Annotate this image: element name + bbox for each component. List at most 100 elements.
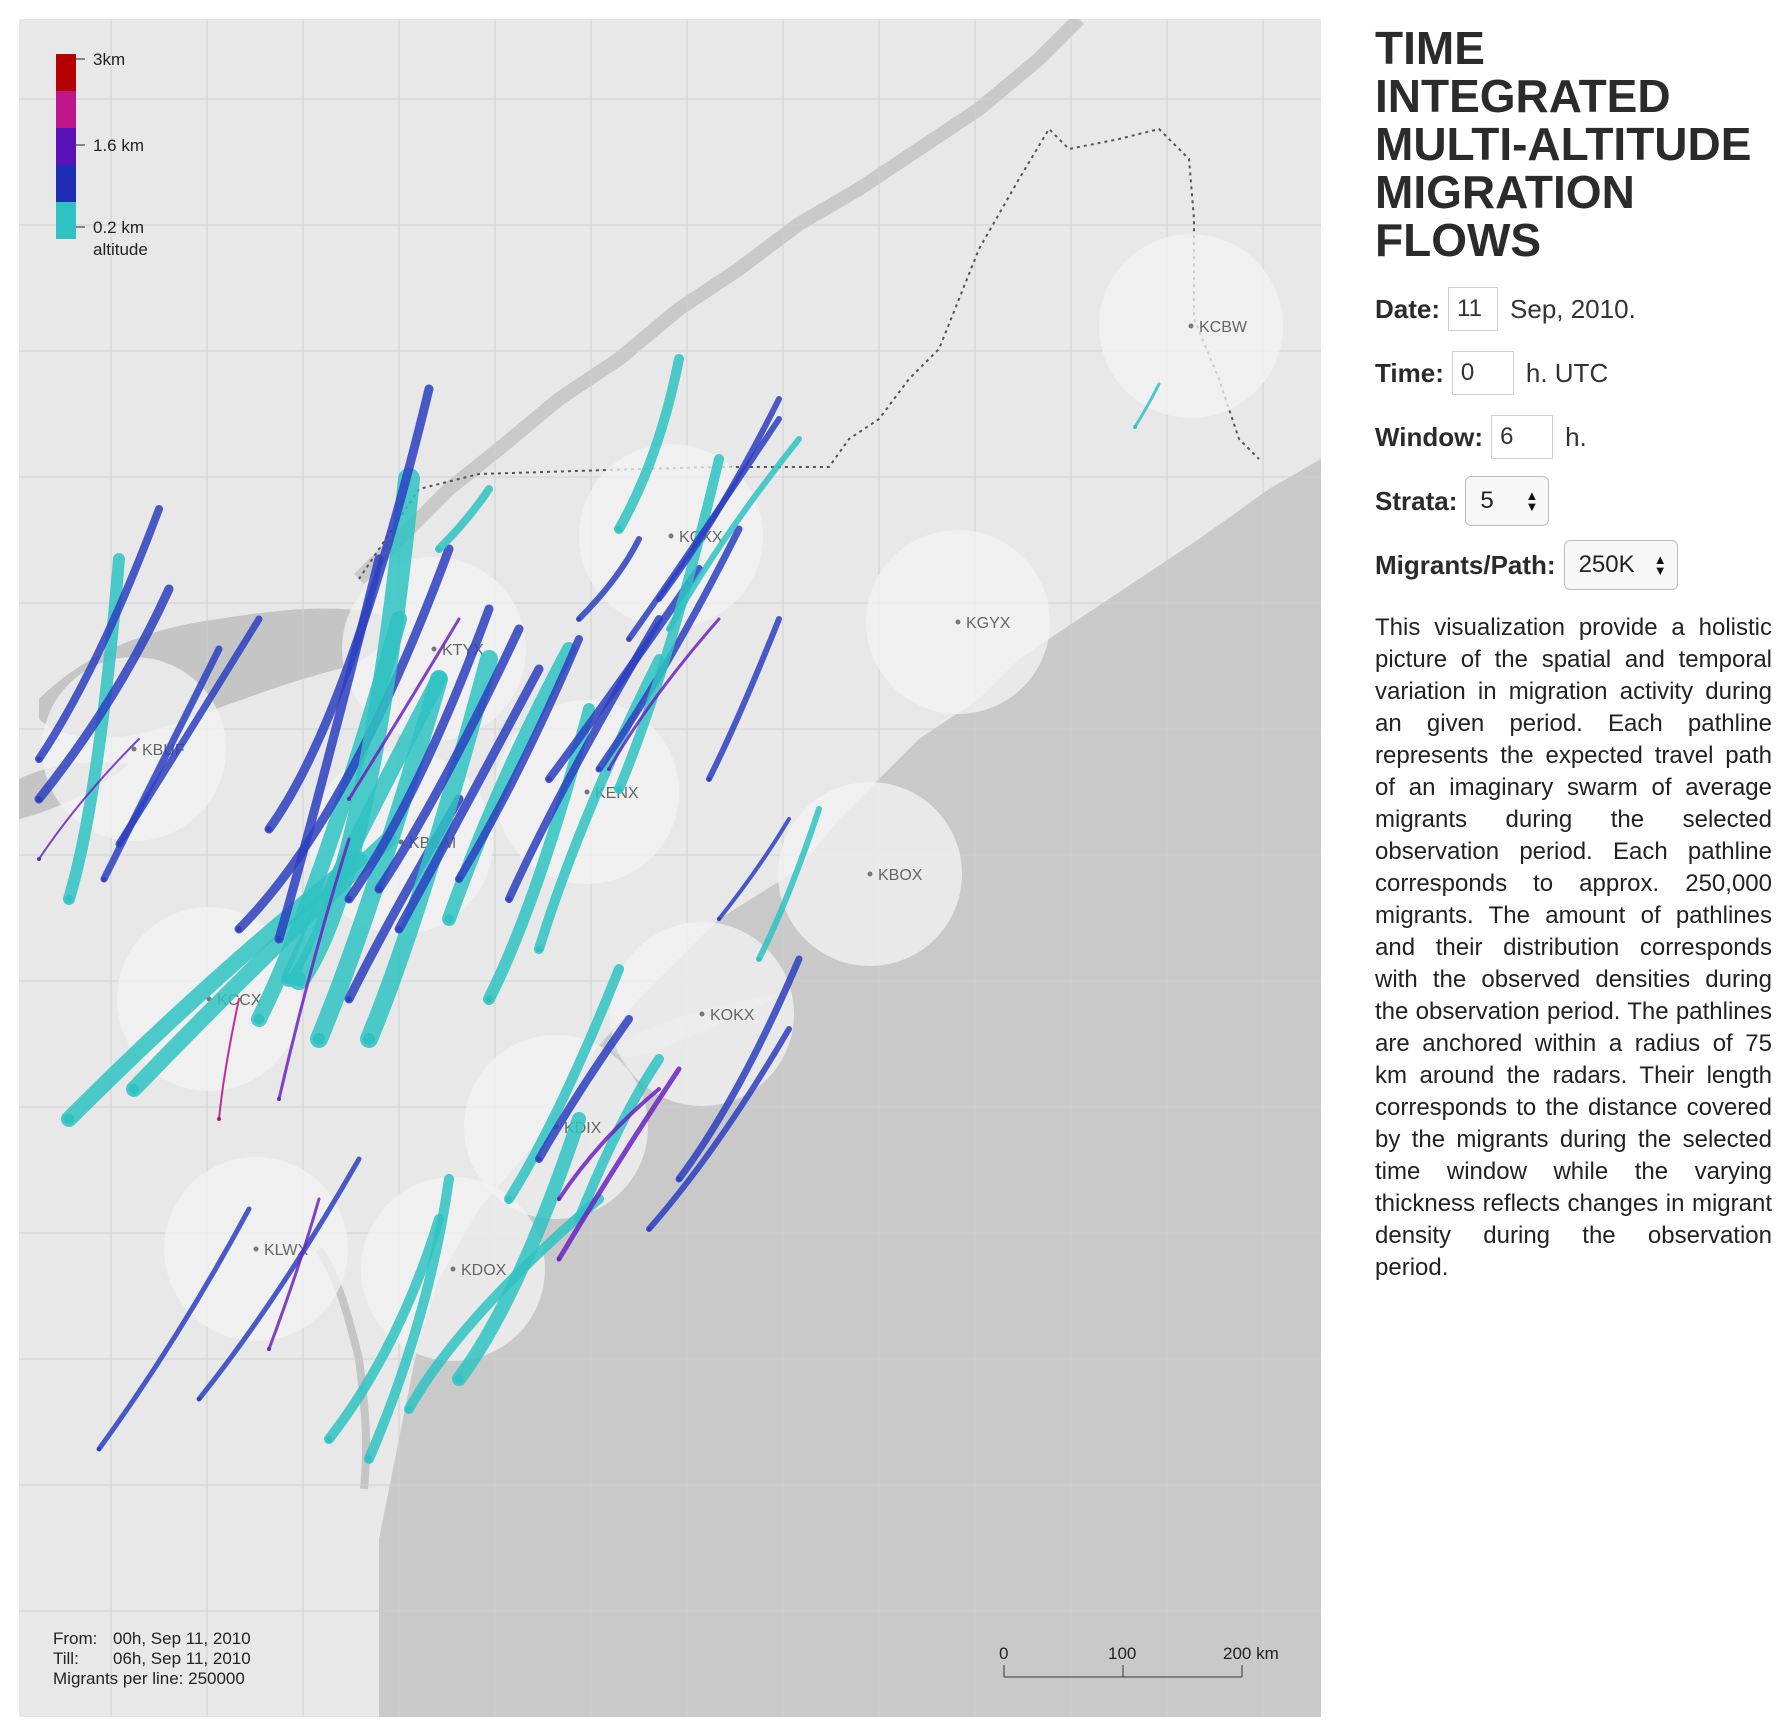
- window-suffix: h.: [1565, 421, 1587, 452]
- pathline-anchor: [535, 945, 543, 953]
- date-control: Date: Sep, 2010.: [1375, 284, 1772, 334]
- pathline-anchor: [607, 767, 611, 771]
- pathline-anchor: [63, 1113, 75, 1125]
- pathline: [706, 616, 782, 782]
- pathline-anchor: [667, 627, 671, 631]
- pathline-anchor: [101, 876, 107, 882]
- pathline-anchor: [647, 1227, 651, 1231]
- migrants-control: Migrants/Path: 250K ▲ ▼: [1375, 540, 1772, 590]
- map-canvas: KCBWKCXXKGYXKTYXKBUFKENXKBOXKBGMKCCXKOKX…: [19, 19, 1321, 1717]
- pathline-anchor: [485, 995, 493, 1003]
- scale-label-100: 100: [1108, 1644, 1136, 1663]
- window-control: Window: h.: [1375, 412, 1772, 462]
- time-suffix: h. UTC: [1525, 357, 1609, 388]
- footer-till-value: 06h, Sep 11, 2010: [113, 1649, 251, 1668]
- pathline-anchor: [346, 896, 352, 902]
- migration-map[interactable]: KCBW KCXX KGYX KTYX KBUF KENX KBOX KBGM KCCX KOKX…: [19, 19, 1321, 1717]
- legend-top-label: 3km: [93, 50, 125, 69]
- pathline-anchor: [365, 1455, 373, 1463]
- strata-select[interactable]: 5 ▲ ▼: [1465, 476, 1550, 526]
- radar-dot-kenx: [584, 789, 590, 795]
- date-input[interactable]: [1448, 287, 1499, 331]
- pathline-anchor: [405, 1405, 413, 1413]
- radar-dot-klwx: [253, 1246, 259, 1252]
- pathline-anchor: [36, 796, 42, 802]
- window-label: Window:: [1375, 421, 1484, 452]
- pathline-anchor: [128, 1083, 140, 1095]
- legend-bottom-label: 0.2 km: [93, 218, 144, 237]
- radar-label-kgyx: KGYX: [966, 615, 1011, 632]
- pathline-anchor: [717, 917, 721, 921]
- time-label: Time:: [1375, 357, 1444, 388]
- radar-label-kcbw: KCBW: [1199, 319, 1248, 336]
- pathline-anchor: [236, 926, 242, 932]
- pathline-anchor: [217, 1117, 221, 1121]
- radar-dot-kbuf: [131, 746, 137, 752]
- pathline-anchor: [313, 1033, 325, 1045]
- radar-dot-kcbw: [1188, 323, 1194, 329]
- page-title: Time Integrated Multi-Altitude Migration…: [1375, 22, 1752, 266]
- radar-label-kbox: KBOX: [878, 867, 923, 884]
- date-suffix: Sep, 2010.: [1510, 293, 1636, 324]
- migrants-label: Migrants/Path:: [1375, 549, 1556, 580]
- select-arrows-icon: ▲ ▼: [1525, 488, 1539, 514]
- legend-swatch-0-2km: [56, 202, 76, 239]
- radar-label-kokx: KOKX: [710, 1007, 755, 1024]
- pathline-anchor: [536, 1156, 542, 1162]
- pathline-anchor: [291, 971, 307, 987]
- time-input[interactable]: [1451, 351, 1514, 395]
- pathline-anchor: [325, 1435, 333, 1443]
- footer-till-label: Till:: [53, 1649, 79, 1668]
- legend-swatch-2-4km: [56, 91, 76, 128]
- pathline-anchor: [346, 996, 352, 1002]
- radar-dot-kdox: [450, 1266, 456, 1272]
- pathline-anchor: [657, 597, 661, 601]
- scale-label-200: 200 km: [1223, 1644, 1279, 1663]
- pathline-anchor: [277, 1097, 281, 1101]
- pathline-anchor: [436, 546, 442, 552]
- pathline-anchor: [266, 826, 272, 832]
- pathline-anchor: [376, 886, 382, 892]
- pathline-anchor: [396, 926, 402, 932]
- altitude-legend: 3km 1.6 km 0.2 km altitude: [56, 50, 148, 259]
- pathline-anchor: [615, 525, 623, 533]
- pathline-anchor: [506, 896, 512, 902]
- footer-from-value: 00h, Sep 11, 2010: [113, 1629, 251, 1648]
- legend-swatch-1-6km: [56, 128, 76, 165]
- pathline-anchor: [197, 1397, 201, 1401]
- legend-swatch-3km: [56, 54, 76, 91]
- description-text: This visualization provide a holistic pi…: [1375, 614, 1772, 1281]
- radar-dot-kcxx: [668, 533, 674, 539]
- strata-control: Strata: 5 ▲ ▼: [1375, 476, 1772, 526]
- pathline-anchor: [456, 876, 462, 882]
- pathline-anchor: [97, 1447, 101, 1451]
- select-arrows-icon: ▲ ▼: [1653, 552, 1667, 578]
- pathline-anchor: [454, 1374, 464, 1384]
- pathline-anchor: [253, 1013, 265, 1025]
- footer-from-label: From:: [53, 1629, 98, 1648]
- control-panel: Time Integrated Multi-Altitude Migration…: [1375, 24, 1772, 1308]
- migrants-select[interactable]: 250K ▲ ▼: [1563, 540, 1678, 590]
- footer-migrants-line: Migrants per line: 250000: [53, 1669, 245, 1688]
- pathline-anchor: [707, 777, 711, 781]
- pathline-anchor: [546, 776, 552, 782]
- time-control: Time: h. UTC: [1375, 348, 1772, 398]
- pathline-anchor: [757, 957, 761, 961]
- pathline-anchor: [116, 841, 122, 847]
- pathline-anchor: [577, 617, 581, 621]
- pathline-anchor: [557, 1197, 561, 1201]
- pathline-anchor: [557, 1257, 561, 1261]
- scale-label-0: 0: [999, 1644, 1008, 1663]
- radar-dot-kgyx: [955, 619, 961, 625]
- pathline-anchor: [347, 797, 351, 801]
- date-label: Date:: [1375, 293, 1441, 324]
- pathline-anchor: [615, 785, 623, 793]
- legend-mid-label: 1.6 km: [93, 136, 144, 155]
- legend-axis-label: altitude: [93, 240, 148, 259]
- pathline-anchor: [627, 637, 631, 641]
- window-input[interactable]: [1491, 415, 1554, 459]
- pathline-anchor: [676, 1176, 682, 1182]
- pathline-anchor: [65, 895, 73, 903]
- radar-dot-kbox: [867, 871, 873, 877]
- pathline-anchor: [276, 936, 282, 942]
